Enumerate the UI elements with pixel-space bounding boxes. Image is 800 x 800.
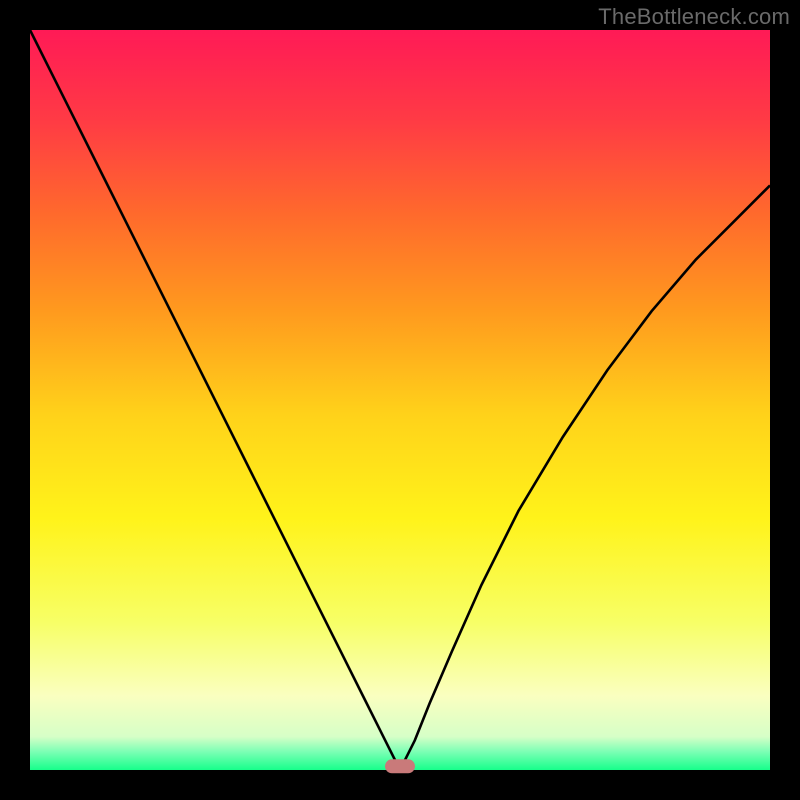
bottleneck-chart xyxy=(0,0,800,800)
chart-minimum-marker xyxy=(385,759,415,773)
chart-gradient-background xyxy=(30,30,770,770)
watermark-text: TheBottleneck.com xyxy=(598,4,790,30)
